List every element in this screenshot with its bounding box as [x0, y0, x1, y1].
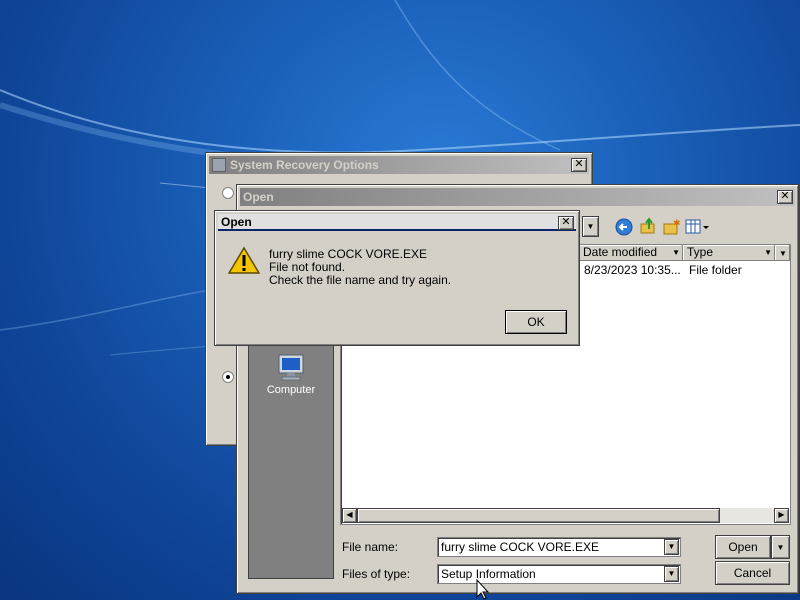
column-header-date-modified[interactable]: Date modified ▼: [579, 245, 683, 261]
files-of-type-label: Files of type:: [342, 567, 411, 581]
places-item-computer[interactable]: Computer: [249, 352, 333, 396]
cancel-button[interactable]: Cancel: [715, 561, 790, 585]
warning-icon: [228, 246, 260, 274]
msgbox-title: Open: [221, 214, 252, 229]
mouse-cursor-icon: [476, 579, 490, 600]
column-sort-arrow-icon: ▼: [779, 249, 787, 258]
scroll-right-button[interactable]: ▶: [774, 508, 789, 523]
computer-label: Computer: [266, 384, 316, 396]
row-type: File folder: [689, 263, 742, 277]
table-row[interactable]: 8/23/2023 10:35... File folder: [579, 263, 791, 279]
open-dialog-title: Open: [243, 190, 274, 204]
look-in-dropdown-button[interactable]: ▼: [582, 216, 599, 237]
column-sort-arrow-icon: ▼: [764, 248, 772, 257]
up-folder-icon[interactable]: [639, 217, 657, 235]
sro-window-icon: [212, 158, 226, 172]
horizontal-scrollbar[interactable]: ◀ ▶: [342, 508, 789, 523]
svg-text:✱: ✱: [673, 219, 680, 229]
ok-button[interactable]: OK: [505, 310, 567, 334]
open-dialog-titlebar[interactable]: Open ✕: [240, 188, 795, 206]
sro-radio-option-2[interactable]: [222, 371, 234, 383]
msgbox-titlebar[interactable]: Open ✕: [218, 214, 576, 231]
column-header-type[interactable]: Type ▼: [683, 245, 775, 261]
scroll-left-button[interactable]: ◀: [342, 508, 357, 523]
computer-icon: [278, 354, 304, 381]
msgbox-line-check: Check the file name and try again.: [269, 273, 452, 287]
column-sort-arrow-icon: ▼: [672, 248, 680, 257]
msgbox-close-button[interactable]: ✕: [558, 216, 574, 230]
open-split-dropdown-button[interactable]: ▼: [771, 535, 790, 559]
sro-title: System Recovery Options: [230, 158, 379, 172]
open-button[interactable]: Open: [715, 535, 771, 559]
files-of-type-select[interactable]: Setup Information ▼: [437, 564, 681, 584]
column-header-extra[interactable]: ▼: [775, 245, 790, 261]
back-icon[interactable]: [615, 218, 633, 236]
sro-titlebar[interactable]: System Recovery Options ✕: [209, 156, 589, 174]
error-message-box: Open ✕ furry slime COCK VORE.EXE File no…: [214, 210, 580, 346]
file-name-dropdown-arrow[interactable]: ▼: [664, 539, 679, 555]
files-of-type-dropdown-arrow[interactable]: ▼: [664, 566, 679, 582]
open-dialog-close-button[interactable]: ✕: [777, 190, 793, 204]
views-menu-icon[interactable]: [685, 218, 711, 236]
row-date-modified: 8/23/2023 10:35...: [584, 263, 681, 277]
sro-close-button[interactable]: ✕: [571, 158, 587, 172]
file-name-label: File name:: [342, 540, 399, 554]
new-folder-icon[interactable]: ✱: [662, 218, 680, 236]
sro-radio-option-1[interactable]: [222, 187, 234, 199]
file-name-input[interactable]: furry slime COCK VORE.EXE ▼: [437, 537, 681, 557]
scroll-thumb[interactable]: [357, 508, 720, 523]
msgbox-message: furry slime COCK VORE.EXE File not found…: [269, 248, 451, 287]
